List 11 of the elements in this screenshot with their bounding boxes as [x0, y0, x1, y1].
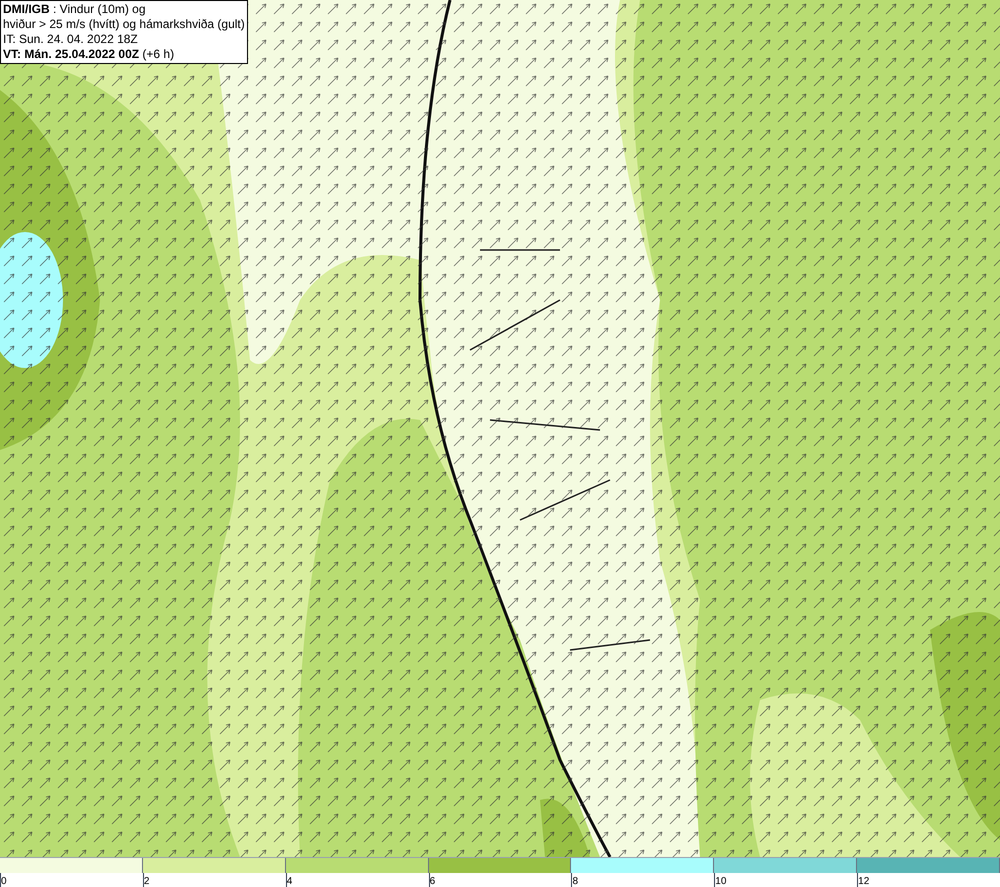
legend-label: 12 — [858, 876, 870, 887]
title-line: VT: Mán. 25.04.2022 00Z (+6 h) — [3, 47, 176, 62]
legend-label: 8 — [572, 876, 578, 887]
title-line: hviður > 25 m/s (hvítt) og hámarkshviða (gult) — [3, 17, 245, 32]
legend-label: 2 — [144, 876, 150, 887]
legend-label: 0 — [1, 876, 7, 887]
legend-label: 6 — [430, 876, 436, 887]
legend-label: 4 — [286, 876, 292, 887]
title-line: IT: Sun. 24. 04. 2022 18Z — [3, 32, 139, 47]
legend-label: 10 — [715, 876, 726, 887]
title-line: DMI/IGB : Vindur (10m) og — [3, 2, 146, 17]
